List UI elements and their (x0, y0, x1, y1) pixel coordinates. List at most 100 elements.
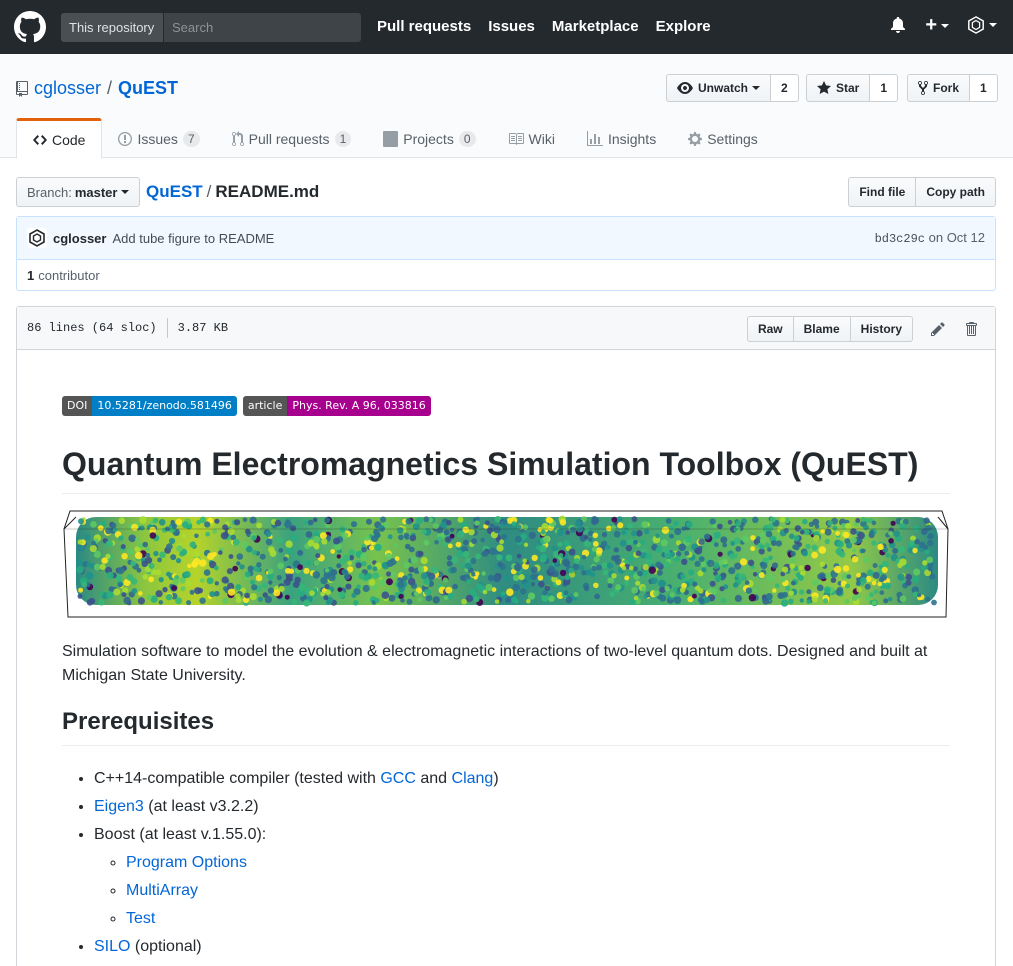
eye-icon (677, 82, 693, 94)
file-actions: Raw Blame History (746, 316, 977, 342)
bell-icon[interactable] (891, 17, 906, 33)
project-icon (383, 130, 399, 147)
article-badge[interactable]: article Phys. Rev. A 96, 033816 (242, 396, 431, 416)
tab-wiki[interactable]: Wiki (492, 118, 571, 159)
github-logo-icon[interactable] (14, 11, 46, 43)
watchers-count[interactable]: 2 (771, 74, 799, 102)
fork-button[interactable]: Fork (907, 74, 971, 102)
repo-name-link[interactable]: QuEST (118, 78, 178, 99)
star-button[interactable]: Star (806, 74, 871, 102)
silo-link[interactable]: SILO (94, 938, 130, 955)
tab-pull-requests-label: Pull requests (248, 130, 330, 147)
commit-message-link[interactable]: Add tube figure to README (112, 231, 274, 246)
repo-owner-link[interactable]: cglosser (34, 78, 101, 99)
unwatch-button[interactable]: Unwatch (666, 74, 772, 102)
list-item: C++14-compatible compiler (tested with G… (94, 765, 950, 793)
projects-counter: 0 (458, 130, 476, 147)
nav-marketplace[interactable]: Marketplace (552, 18, 639, 35)
file-line-count: 86 lines (64 sloc) (27, 321, 157, 335)
file-header: 86 lines (64 sloc) 3.87 KB Raw Blame His… (17, 307, 995, 350)
readme-badges: DOI 10.5281/zenodo.581496 article Phys. … (62, 396, 431, 416)
find-file-button[interactable]: Find file (848, 177, 917, 207)
trash-icon[interactable] (965, 321, 977, 337)
user-avatar-dropdown[interactable] (967, 16, 997, 34)
tab-settings-label: Settings (707, 130, 758, 147)
forks-count[interactable]: 1 (970, 74, 998, 102)
list-item: Eigen3 (at least v3.2.2) (94, 793, 950, 821)
readme-intro-paragraph: Simulation software to model the evoluti… (62, 643, 928, 684)
breadcrumb-separator: / (206, 182, 212, 201)
quantum-dot-tube-figure[interactable] (62, 509, 950, 620)
list-item: MultiArray (126, 877, 950, 905)
tab-projects[interactable]: Projects 0 (367, 118, 491, 159)
commit-sha-link[interactable]: bd3c29c (875, 232, 925, 246)
blame-button[interactable]: Blame (793, 316, 851, 342)
contributors-count: 1 (27, 268, 35, 283)
file-info-divider (166, 318, 168, 338)
boost-text: Boost (at least v.1.55.0): (94, 826, 267, 843)
req-and-text: and (415, 770, 452, 787)
tab-issues[interactable]: Issues 7 (102, 118, 215, 159)
book-icon (508, 132, 524, 145)
avatar[interactable] (27, 228, 47, 248)
article-badge-label: article (242, 396, 288, 416)
repo-icon (16, 80, 28, 97)
raw-button[interactable]: Raw (746, 316, 794, 342)
graph-icon (586, 130, 603, 146)
breadcrumb-root-link[interactable]: QuEST (146, 182, 203, 201)
create-new-plus-icon[interactable]: + (925, 15, 949, 35)
nav-issues[interactable]: Issues (488, 18, 535, 35)
header-nav: Pull requests Issues Marketplace Explore (377, 18, 728, 35)
repo-header: cglosser / QuEST Unwatch 2 Star 1 Fork 1… (0, 54, 1013, 159)
star-group: Star 1 (806, 74, 899, 102)
history-button[interactable]: History (850, 316, 913, 342)
test-link[interactable]: Test (126, 910, 155, 927)
branch-select-button[interactable]: Branch: master (16, 177, 141, 207)
gcc-link[interactable]: GCC (380, 770, 416, 787)
branch-name: master (74, 184, 118, 200)
tab-insights[interactable]: Insights (571, 118, 672, 159)
tab-pull-requests[interactable]: Pull requests 1 (216, 118, 368, 159)
req-paren-close: ) (493, 770, 499, 787)
global-header: This repository Pull requests Issues Mar… (0, 0, 1013, 54)
nav-explore[interactable]: Explore (656, 18, 711, 35)
file-box: 86 lines (64 sloc) 3.87 KB Raw Blame His… (16, 306, 996, 966)
issue-opened-icon (118, 131, 133, 146)
fork-label: Fork (933, 81, 960, 95)
fork-group: Fork 1 (907, 74, 998, 102)
stargazers-count[interactable]: 1 (870, 74, 899, 102)
code-icon (33, 134, 47, 145)
tab-projects-label: Projects (403, 130, 454, 147)
contributors-summary[interactable]: 1 contributor (17, 260, 995, 291)
star-icon (817, 81, 831, 94)
pencil-icon[interactable] (931, 321, 945, 337)
breadcrumb-file: README.md (215, 182, 320, 201)
pull-request-icon (231, 130, 244, 146)
eigen3-link[interactable]: Eigen3 (94, 798, 144, 815)
issues-counter: 7 (182, 130, 200, 147)
doi-badge[interactable]: DOI 10.5281/zenodo.581496 (62, 396, 237, 416)
commit-tease-box: cglosser Add tube figure to README bd3c2… (16, 216, 996, 291)
eigen3-version-text: (at least v3.2.2) (143, 798, 259, 815)
readme-title: Quantum Electromagnetics Simulation Tool… (62, 446, 950, 494)
search-box: This repository (61, 13, 361, 42)
multiarray-link[interactable]: MultiArray (126, 882, 198, 899)
commit-author-link[interactable]: cglosser (53, 231, 106, 246)
list-item: Test (126, 905, 950, 933)
req-compiler-text: C++14-compatible compiler (tested with (94, 770, 381, 787)
clang-link[interactable]: Clang (452, 770, 494, 787)
tab-wiki-label: Wiki (528, 130, 555, 147)
search-scope-label: This repository (61, 13, 164, 42)
file-nav-buttons: Find file Copy path (848, 177, 996, 207)
tab-settings[interactable]: Settings (672, 118, 774, 159)
list-item: Boost (at least v.1.55.0): Program Optio… (94, 821, 950, 933)
nav-pull-requests[interactable]: Pull requests (377, 18, 471, 35)
pull-requests-counter: 1 (334, 130, 352, 147)
copy-path-button[interactable]: Copy path (916, 177, 996, 207)
program-options-link[interactable]: Program Options (126, 854, 247, 871)
avatar (968, 16, 984, 34)
list-item: SILO (optional) (94, 933, 950, 961)
commit-tease: cglosser Add tube figure to README bd3c2… (17, 217, 995, 260)
tab-code[interactable]: Code (16, 118, 103, 159)
search-input[interactable] (164, 13, 361, 42)
